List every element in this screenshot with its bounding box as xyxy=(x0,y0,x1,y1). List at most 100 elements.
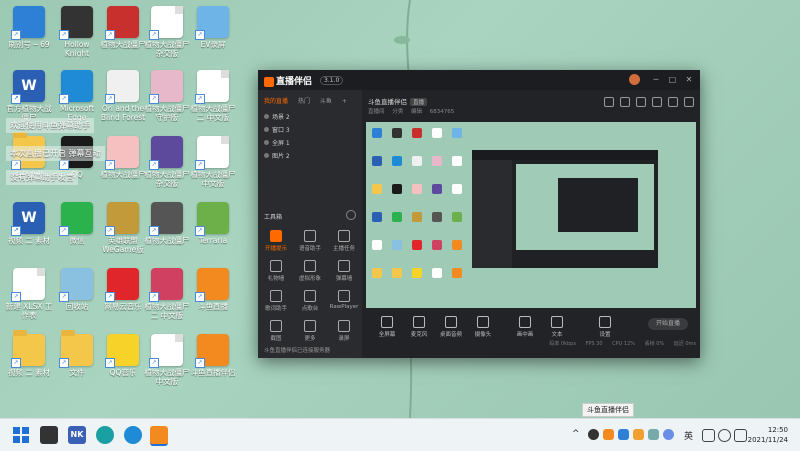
eye-icon[interactable] xyxy=(264,114,269,119)
sub-item[interactable]: 分类 xyxy=(392,109,403,115)
desktop-icon[interactable]: ↗ 植物大战僵尸 xyxy=(98,134,148,198)
desktop-icon-label: 文件 xyxy=(69,368,85,377)
lock-icon[interactable] xyxy=(604,97,614,107)
close-button[interactable]: ✕ xyxy=(684,75,694,85)
layout-icon[interactable] xyxy=(636,97,646,107)
desktop-icon[interactable]: ↗ 斗鱼直播 xyxy=(188,266,238,330)
toolbox-item[interactable]: 虚拟形象 xyxy=(294,260,326,284)
edge-icon[interactable] xyxy=(124,426,142,444)
fullscreen-control[interactable]: 全屏幕 xyxy=(376,316,398,338)
desktop-icon[interactable]: ↗ 视频 二 素材 xyxy=(4,330,54,396)
douyu-tray-icon[interactable] xyxy=(603,429,614,440)
scene-item[interactable]: 窗口 3 xyxy=(264,125,354,136)
toolbox-item[interactable]: 截图 xyxy=(260,320,292,344)
ime-indicator[interactable]: 英 xyxy=(684,429,693,442)
preview-mini-icon xyxy=(372,156,382,166)
app-tray-icon[interactable] xyxy=(633,429,644,440)
desktop-audio-control[interactable]: 桌面音频 xyxy=(440,316,462,338)
scene-item[interactable]: 场景 2 xyxy=(264,112,354,123)
qq-tray-icon[interactable] xyxy=(588,429,599,440)
desktop-icon[interactable]: ↗ 植物大战僵尸 二 中文版 xyxy=(188,68,238,132)
scene-item[interactable]: 图片 2 xyxy=(264,151,354,162)
scene-item[interactable]: 全屏 1 xyxy=(264,138,354,149)
cloud-tray-icon[interactable] xyxy=(618,429,629,440)
microphone-tray-icon[interactable] xyxy=(663,429,674,440)
toolbox-item[interactable]: 点歌台 xyxy=(294,290,326,314)
desktop-icon[interactable]: ↗ 网易云音乐 xyxy=(98,266,148,330)
share-icon[interactable] xyxy=(684,97,694,107)
microphone-control[interactable]: 麦克风 xyxy=(408,316,430,338)
desktop-icon[interactable]: ↗ 植物大战僵尸 中文版 xyxy=(188,134,238,198)
app-titlebar[interactable]: 直播伴侣 3.1.0 ─ □ ✕ xyxy=(258,70,700,90)
douyu-taskbar-icon[interactable] xyxy=(150,426,168,446)
desktop-icon[interactable]: ↗ QQ音乐 xyxy=(98,332,148,396)
desktop-icon[interactable]: ↗ 刷别号 ─ 69 xyxy=(4,4,54,68)
preview-header: 斗鱼直播伴侣 直播 直播间 分类 编辑 6834765 xyxy=(368,94,694,118)
desktop-icon[interactable]: ↗ 植物大战僵尸 xyxy=(142,200,192,264)
preview-mini-icon xyxy=(432,128,442,138)
clock[interactable]: 12:50 2021/11/24 xyxy=(748,425,788,445)
tab-my-live[interactable]: 我的直播 xyxy=(264,98,288,105)
desktop-icon[interactable]: ↗ Terraria xyxy=(188,200,238,264)
desktop-icon[interactable]: ↗ 植物大战僵尸 守护版 xyxy=(142,68,192,132)
avatar[interactable] xyxy=(629,74,641,85)
toolbox-item[interactable]: 语音助手 xyxy=(294,230,326,254)
toolbox-item[interactable]: 礼物墙 xyxy=(260,260,292,284)
desktop-icon[interactable]: ↗ 文件 xyxy=(52,330,102,396)
desktop-icon[interactable]: ↗视频文件 xyxy=(4,132,54,198)
toolbox-item[interactable]: 弹幕墙 xyxy=(328,260,360,284)
desktop-icon[interactable]: ↗ Ori and the Blind Forest xyxy=(98,68,148,132)
desktop-icon[interactable]: ↗ 植物大战僵尸 二 中文版 xyxy=(142,266,192,330)
text-control[interactable]: 文本 xyxy=(546,316,568,338)
stream-preview[interactable] xyxy=(366,122,696,308)
desktop-icon[interactable]: ↗ 植物大战僵尸 xyxy=(98,4,148,68)
speaker-tray-icon[interactable] xyxy=(718,429,731,442)
eye-icon[interactable] xyxy=(264,127,269,132)
tab-douyu[interactable]: 斗鱼 xyxy=(320,98,332,105)
desktop-icon[interactable]: ↗QQ xyxy=(52,134,102,198)
desktop-icon[interactable]: ↗ Hollow Knight xyxy=(52,4,102,68)
camera-control[interactable]: 摄像头 xyxy=(472,316,494,338)
start-icon[interactable] xyxy=(12,426,30,444)
toolbox-item[interactable]: 主播任务 xyxy=(328,230,360,254)
monitor-tray-icon[interactable] xyxy=(702,429,715,442)
douyu-live-companion-window[interactable]: 直播伴侣 3.1.0 ─ □ ✕ 我的直播 热门 斗鱼 + 场景 2 窗口 3 … xyxy=(258,70,700,358)
add-tab-button[interactable]: + xyxy=(342,98,347,105)
minimize-button[interactable]: ─ xyxy=(651,75,661,85)
gear-icon[interactable] xyxy=(346,210,356,220)
toolbox-item[interactable]: RawPlayer xyxy=(328,290,360,314)
desktop-icon[interactable]: W ↗ 视频 二 素材 xyxy=(4,200,54,264)
desktop-icon[interactable]: ↗ 斗鱼直播伴侣 xyxy=(188,332,238,396)
toolbox-item[interactable]: 歌词助手 xyxy=(260,290,292,314)
home-icon[interactable] xyxy=(652,97,662,107)
shortcut-arrow-icon: ↗ xyxy=(11,160,21,170)
desktop-icon[interactable]: ↗ 微信 xyxy=(52,200,102,264)
toolbox-item[interactable]: 开播提示 xyxy=(260,230,292,254)
desktop-icon[interactable]: ↗ 回收站 xyxy=(52,266,102,330)
pip-control[interactable]: 画中画 xyxy=(514,316,536,338)
app-tray-icon[interactable] xyxy=(648,429,659,440)
desktop-icon[interactable]: ↗ 植物大战僵尸 中文版 xyxy=(142,332,192,396)
edge-dev-icon[interactable] xyxy=(96,426,114,444)
desktop-icon[interactable]: ↗ EV录屏 xyxy=(188,4,238,68)
sub-item[interactable]: 编辑 xyxy=(411,109,422,115)
bell-icon[interactable] xyxy=(668,97,678,107)
tray-overflow-caret[interactable]: ^ xyxy=(572,429,580,439)
tab-hot[interactable]: 热门 xyxy=(298,98,310,105)
delete-icon[interactable] xyxy=(620,97,630,107)
desktop-icon[interactable]: ↗ 新建 XLSX 工作表 xyxy=(4,266,54,330)
maximize-button[interactable]: □ xyxy=(667,75,677,85)
eye-icon[interactable] xyxy=(264,140,269,145)
settings-control[interactable]: 设置 xyxy=(594,316,616,338)
go-live-button[interactable]: 开始直播 xyxy=(648,318,688,330)
desktop-icon[interactable]: ↗ 植物大战僵尸 杂交版 xyxy=(142,134,192,198)
desktop-icon[interactable]: ↗ 英雄联盟 WeGame版 xyxy=(98,200,148,264)
nk-app-icon[interactable]: NK xyxy=(68,426,86,444)
sub-item[interactable]: 直播间 xyxy=(368,109,385,115)
desktop-icon[interactable]: ↗ 植物大战僵尸 杂交版 xyxy=(142,4,192,68)
toolbox-item[interactable]: 更多 xyxy=(294,320,326,344)
eye-icon[interactable] xyxy=(264,153,269,158)
toolbox-item[interactable]: 录屏 xyxy=(328,320,360,344)
task-view-icon[interactable] xyxy=(40,426,58,444)
battery-tray-icon[interactable] xyxy=(734,429,747,442)
